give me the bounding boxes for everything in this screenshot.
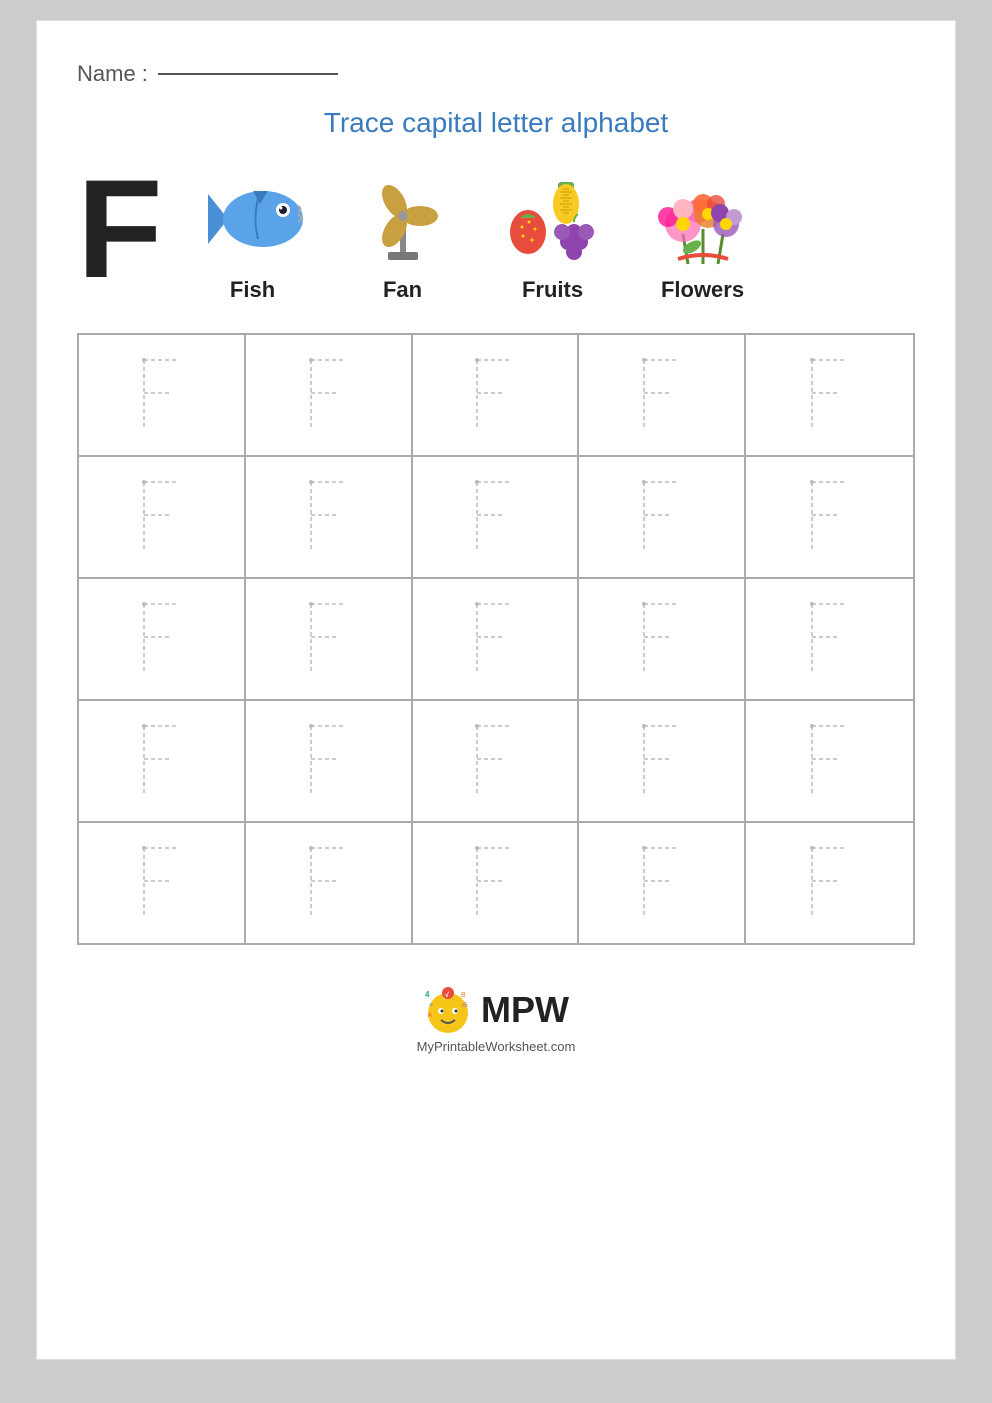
footer-url: MyPrintableWorksheet.com	[417, 1039, 576, 1054]
tracing-row-5	[79, 823, 913, 943]
mpw-brand-text: MPW	[481, 989, 569, 1031]
tracing-cell[interactable]	[413, 701, 580, 821]
footer-logo: √ 4 B + √5 A MPW	[423, 985, 569, 1035]
tracing-cell[interactable]	[79, 335, 246, 455]
tracing-cell[interactable]	[746, 701, 913, 821]
image-item-fruits: Fruits	[493, 169, 613, 303]
tracing-cell[interactable]	[746, 335, 913, 455]
name-label: Name :	[77, 61, 148, 87]
tracing-cell[interactable]	[246, 823, 413, 943]
flowers-image	[643, 169, 763, 269]
tracing-row-4	[79, 701, 913, 823]
tracing-cell[interactable]	[79, 823, 246, 943]
fan-image	[343, 169, 463, 269]
tracing-cell[interactable]	[246, 701, 413, 821]
tracing-cell[interactable]	[413, 457, 580, 577]
svg-text:4: 4	[425, 990, 430, 999]
tracing-row-2	[79, 457, 913, 579]
images-row: Fish	[193, 169, 763, 303]
tracing-cell[interactable]	[746, 579, 913, 699]
tracing-cell[interactable]	[746, 457, 913, 577]
fish-label: Fish	[230, 277, 275, 303]
tracing-row-3	[79, 579, 913, 701]
svg-text:B: B	[461, 992, 466, 999]
flowers-label: Flowers	[661, 277, 744, 303]
tracing-cell[interactable]	[79, 701, 246, 821]
svg-text:√: √	[445, 991, 449, 999]
svg-text:√5: √5	[461, 1002, 468, 1009]
tracing-cell[interactable]	[79, 457, 246, 577]
tracing-grid	[77, 333, 915, 945]
tracing-cell[interactable]	[579, 823, 746, 943]
fan-label: Fan	[383, 277, 422, 303]
tracing-cell[interactable]	[79, 579, 246, 699]
tracing-cell[interactable]	[579, 335, 746, 455]
page-title: Trace capital letter alphabet	[77, 107, 915, 139]
fish-image	[193, 169, 313, 269]
tracing-cell[interactable]	[579, 701, 746, 821]
footer-brand: MPW	[481, 989, 569, 1031]
tracing-cell[interactable]	[246, 457, 413, 577]
big-letter: F	[77, 159, 163, 299]
tracing-cell[interactable]	[579, 457, 746, 577]
tracing-cell[interactable]	[246, 335, 413, 455]
tracing-row-1	[79, 335, 913, 457]
tracing-cell[interactable]	[579, 579, 746, 699]
image-item-fish: Fish	[193, 169, 313, 303]
svg-text:A: A	[428, 1013, 432, 1019]
footer: √ 4 B + √5 A MPW MyPrintableWorksheet.co…	[77, 985, 915, 1054]
fruits-image	[493, 169, 613, 269]
fruits-label: Fruits	[522, 277, 583, 303]
svg-text:+: +	[429, 1002, 433, 1009]
image-item-fan: Fan	[343, 169, 463, 303]
tracing-cell[interactable]	[246, 579, 413, 699]
tracing-cell[interactable]	[746, 823, 913, 943]
image-item-flowers: Flowers	[643, 169, 763, 303]
letter-section: F	[77, 169, 915, 303]
name-line: Name :	[77, 61, 915, 87]
tracing-cell[interactable]	[413, 823, 580, 943]
tracing-cell[interactable]	[413, 579, 580, 699]
worksheet-page: Name : Trace capital letter alphabet F	[36, 20, 956, 1360]
tracing-cell[interactable]	[413, 335, 580, 455]
name-underline	[158, 73, 338, 75]
